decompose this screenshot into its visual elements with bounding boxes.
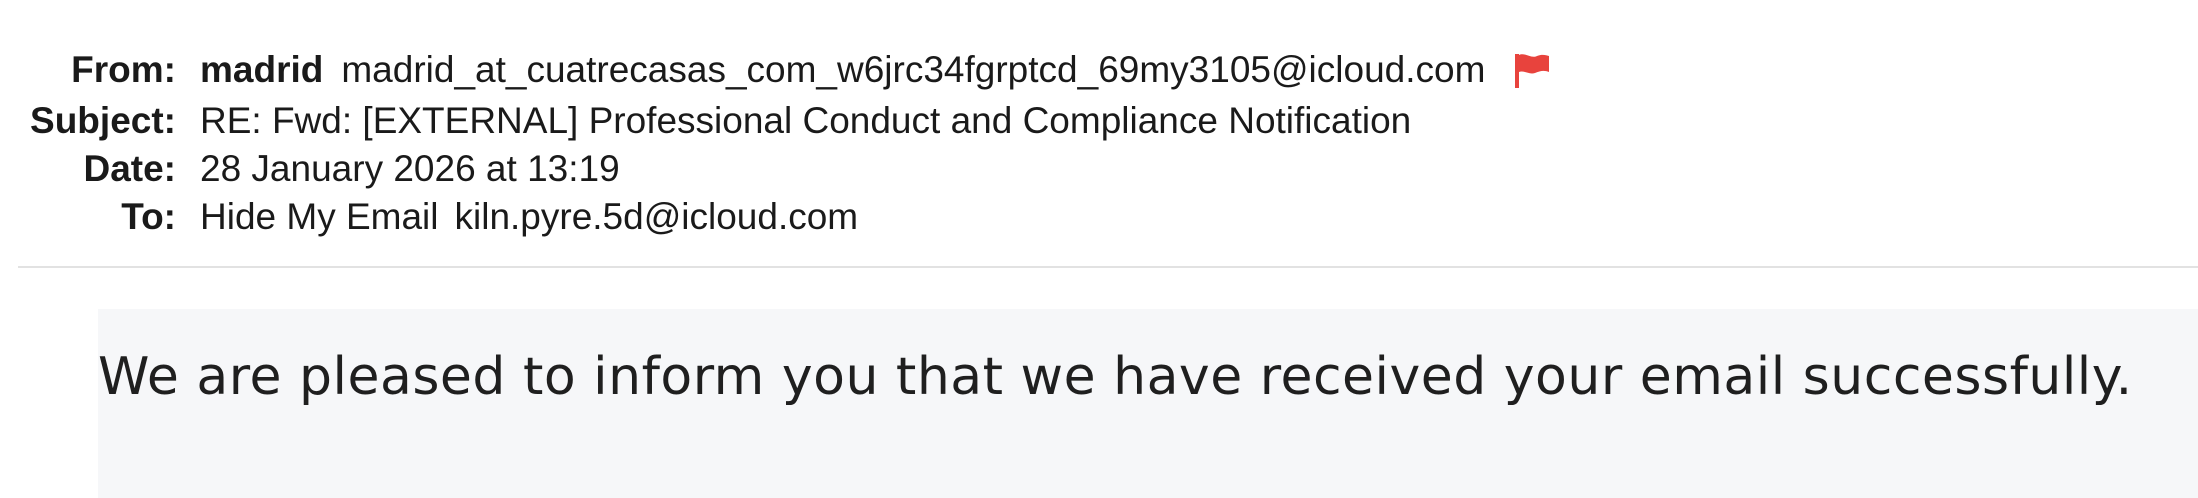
subject-row: Subject: RE: Fwd: [EXTERNAL] Professiona… — [0, 97, 1411, 145]
from-row: From: madrid madrid_at_cuatrecasas_com_w… — [0, 46, 1551, 94]
to-label: To: — [121, 196, 176, 237]
sender-address[interactable]: madrid_at_cuatrecasas_com_w6jrc34fgrptcd… — [341, 49, 1485, 91]
red-flag-icon[interactable] — [1513, 52, 1551, 88]
date-value: 28 January 2026 at 13:19 — [200, 148, 620, 189]
from-label: From: — [71, 49, 176, 90]
message-body: We are pleased to inform you that we hav… — [98, 309, 2198, 498]
sender-name[interactable]: madrid — [200, 49, 323, 91]
to-row: To: Hide My Email kiln.pyre.5d@icloud.co… — [0, 193, 858, 241]
message-body-text: We are pleased to inform you that we hav… — [98, 347, 2133, 407]
date-label: Date: — [83, 148, 176, 189]
recipient-name[interactable]: Hide My Email — [200, 196, 439, 238]
header-divider — [18, 266, 2198, 268]
subject-label: Subject: — [30, 100, 176, 141]
from-value: madrid madrid_at_cuatrecasas_com_w6jrc34… — [200, 49, 1551, 91]
date-row: Date: 28 January 2026 at 13:19 — [0, 145, 620, 193]
recipient-address[interactable]: kiln.pyre.5d@icloud.com — [455, 196, 859, 238]
to-value: Hide My Email kiln.pyre.5d@icloud.com — [200, 196, 858, 238]
subject-value: RE: Fwd: [EXTERNAL] Professional Conduct… — [200, 100, 1412, 141]
